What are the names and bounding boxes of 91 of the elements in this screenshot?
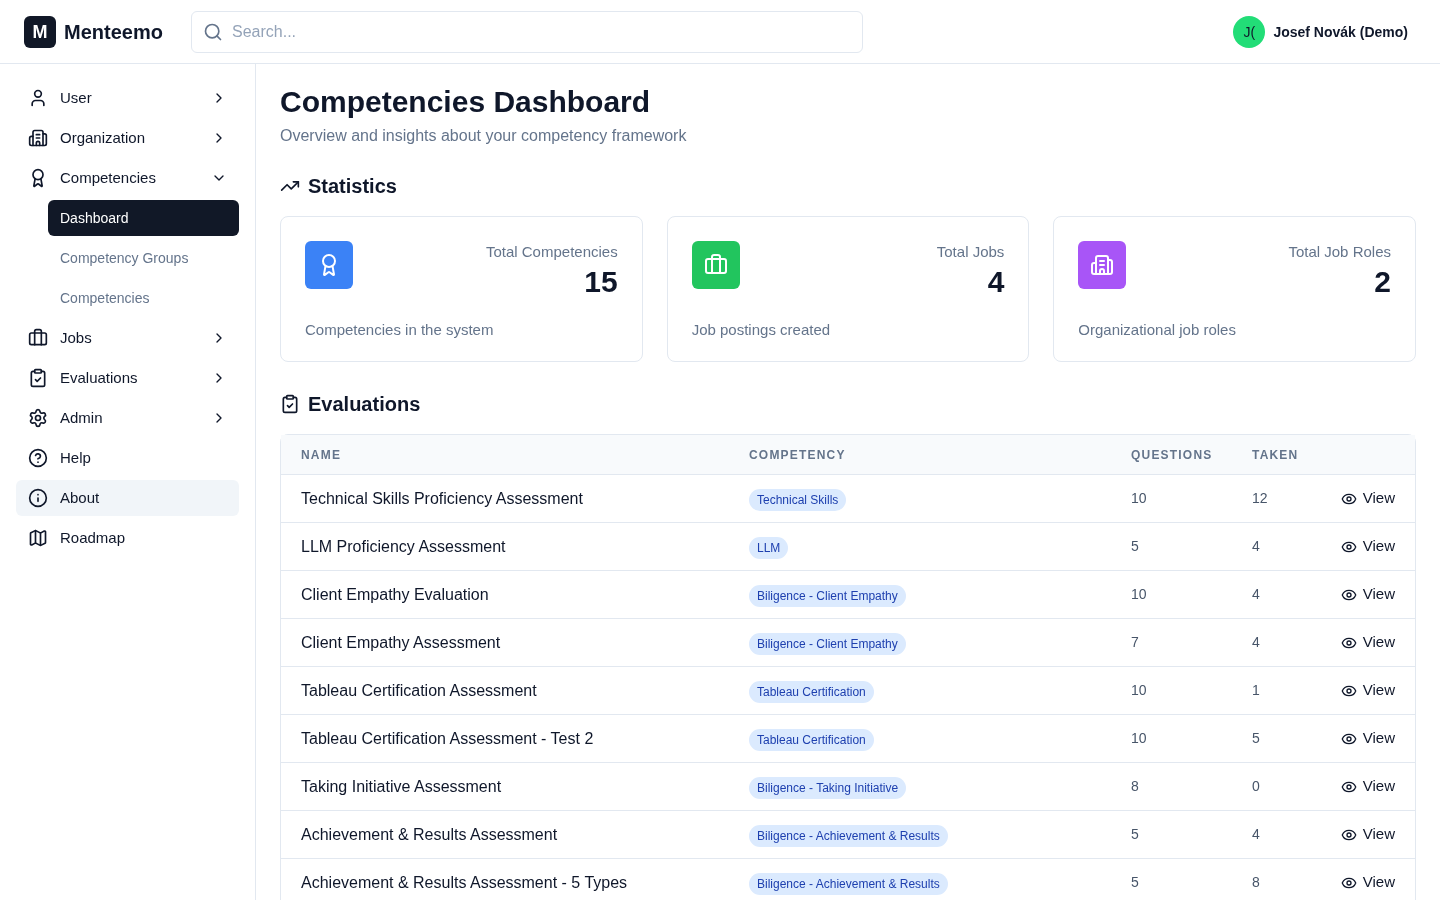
sidebar-item[interactable]: User (16, 80, 239, 116)
evaluation-name: Taking Initiative Assessment (301, 776, 503, 797)
taken-cell-text: 4 (1252, 633, 1260, 652)
evaluation-name: Tableau Certification Assessment (301, 680, 538, 701)
competency-tag: Biligence - Client Empathy (749, 584, 906, 607)
competency-tag: Biligence - Taking Initiative (749, 776, 907, 799)
page-title: Competencies Dashboard (280, 84, 652, 120)
building-icon (28, 128, 48, 148)
user-avatar[interactable]: J( (1233, 15, 1266, 48)
view-button[interactable]: View (1340, 823, 1395, 846)
settings-icon (28, 408, 48, 428)
view-button[interactable]: View (1340, 775, 1395, 798)
stat-caption: Competencies in the system (305, 319, 495, 340)
questions-cell-text: 5 (1131, 873, 1140, 892)
view-button[interactable]: View (1340, 535, 1395, 558)
competency-tag: Biligence - Achievement & Results (749, 824, 948, 847)
brand-name: Menteemo (64, 19, 163, 45)
view-button[interactable]: View (1340, 487, 1395, 510)
stat-label: Total Jobs (936, 242, 1005, 262)
sidebar-item[interactable]: Organization (16, 120, 239, 156)
evaluation-name: Achievement & Results Assessment - 5 Types (301, 872, 629, 893)
sidebar-item[interactable]: Competencies (16, 160, 239, 196)
briefcase-icon (703, 253, 728, 277)
column-header: QUESTIONS (1131, 446, 1214, 464)
taken-cell-text: 1 (1252, 681, 1260, 700)
competency-tag: Biligence - Achievement & Results (749, 872, 948, 895)
clipboard-check-icon (280, 394, 300, 414)
competency-tag: Biligence - Client Empathy (749, 632, 906, 655)
stat-value: 4 (987, 263, 1005, 300)
taken-cell-text: 12 (1252, 489, 1268, 508)
view-button[interactable]: View (1340, 583, 1395, 606)
section-title: Evaluations (308, 392, 421, 417)
section-title: Statistics (308, 174, 397, 199)
stat-label: Total Job Roles (1288, 242, 1391, 262)
user-name[interactable]: Josef Novák (Demo) (1273, 21, 1408, 42)
stat-caption: Organizational job roles (1078, 319, 1237, 340)
taken-cell-text: 0 (1252, 777, 1260, 796)
competency-tag: Tableau Certification (749, 680, 874, 703)
sidebar-item[interactable]: About (16, 480, 239, 516)
questions-cell-text: 5 (1131, 537, 1140, 556)
column-header: NAME (301, 446, 343, 464)
questions-cell-text: 10 (1131, 681, 1148, 700)
map-icon (28, 528, 48, 548)
view-button[interactable]: View (1340, 727, 1395, 750)
sidebar-item[interactable]: Help (16, 440, 239, 476)
column-header: TAKEN (1252, 446, 1300, 464)
sidebar-item[interactable]: Evaluations (16, 360, 239, 396)
questions-cell-text: 7 (1131, 633, 1140, 652)
questions-cell-text: 8 (1131, 777, 1140, 796)
taken-cell-text: 8 (1252, 873, 1260, 892)
stat-label: Total Competencies (485, 242, 618, 262)
competency-tag: Technical Skills (749, 488, 847, 511)
questions-cell-text: 10 (1131, 729, 1148, 748)
questions-cell-text: 10 (1131, 585, 1148, 604)
sidebar-subitem[interactable]: Competencies (48, 280, 239, 316)
building-icon (1090, 253, 1115, 277)
user-icon (28, 88, 48, 108)
view-button[interactable]: View (1340, 679, 1395, 702)
competency-tag: LLM (749, 536, 789, 559)
clipboard-check-icon (28, 368, 48, 388)
evaluation-name: Client Empathy Assessment (301, 632, 502, 653)
evaluation-name: Technical Skills Proficiency Assessment (301, 488, 584, 509)
sidebar-subitem[interactable]: Competency Groups (48, 240, 239, 276)
taken-cell-text: 4 (1252, 585, 1260, 604)
taken-cell-text: 4 (1252, 825, 1260, 844)
view-button[interactable]: View (1340, 871, 1395, 894)
column-header: COMPETENCY (749, 446, 847, 464)
taken-cell-text: 5 (1252, 729, 1260, 748)
competency-tag: Tableau Certification (749, 728, 874, 751)
evaluation-name: LLM Proficiency Assessment (301, 536, 507, 557)
sidebar-item[interactable]: Admin (16, 400, 239, 436)
questions-cell-text: 5 (1131, 825, 1140, 844)
questions-cell-text: 10 (1131, 489, 1148, 508)
evaluation-name: Client Empathy Evaluation (301, 584, 490, 605)
sidebar-item[interactable]: Jobs (16, 320, 239, 356)
sidebar-item[interactable]: Roadmap (16, 520, 239, 556)
help-icon (28, 448, 48, 468)
info-icon (28, 488, 48, 508)
taken-cell-text: 4 (1252, 537, 1260, 556)
search-icon (203, 21, 223, 42)
evaluation-name: Achievement & Results Assessment (301, 824, 559, 845)
stat-caption: Job postings created (691, 319, 832, 340)
briefcase-icon (28, 328, 48, 348)
stat-value: 2 (1374, 263, 1391, 300)
sidebar-subitem[interactable]: Dashboard (48, 200, 239, 236)
evaluation-name: Tableau Certification Assessment - Test 2 (301, 728, 595, 749)
logo-mark: M (24, 15, 56, 48)
stat-value: 15 (584, 263, 618, 300)
search-field[interactable]: Search... (191, 10, 863, 53)
view-button[interactable]: View (1340, 631, 1395, 654)
page-subtitle: Overview and insights about your competency framework (280, 126, 688, 146)
